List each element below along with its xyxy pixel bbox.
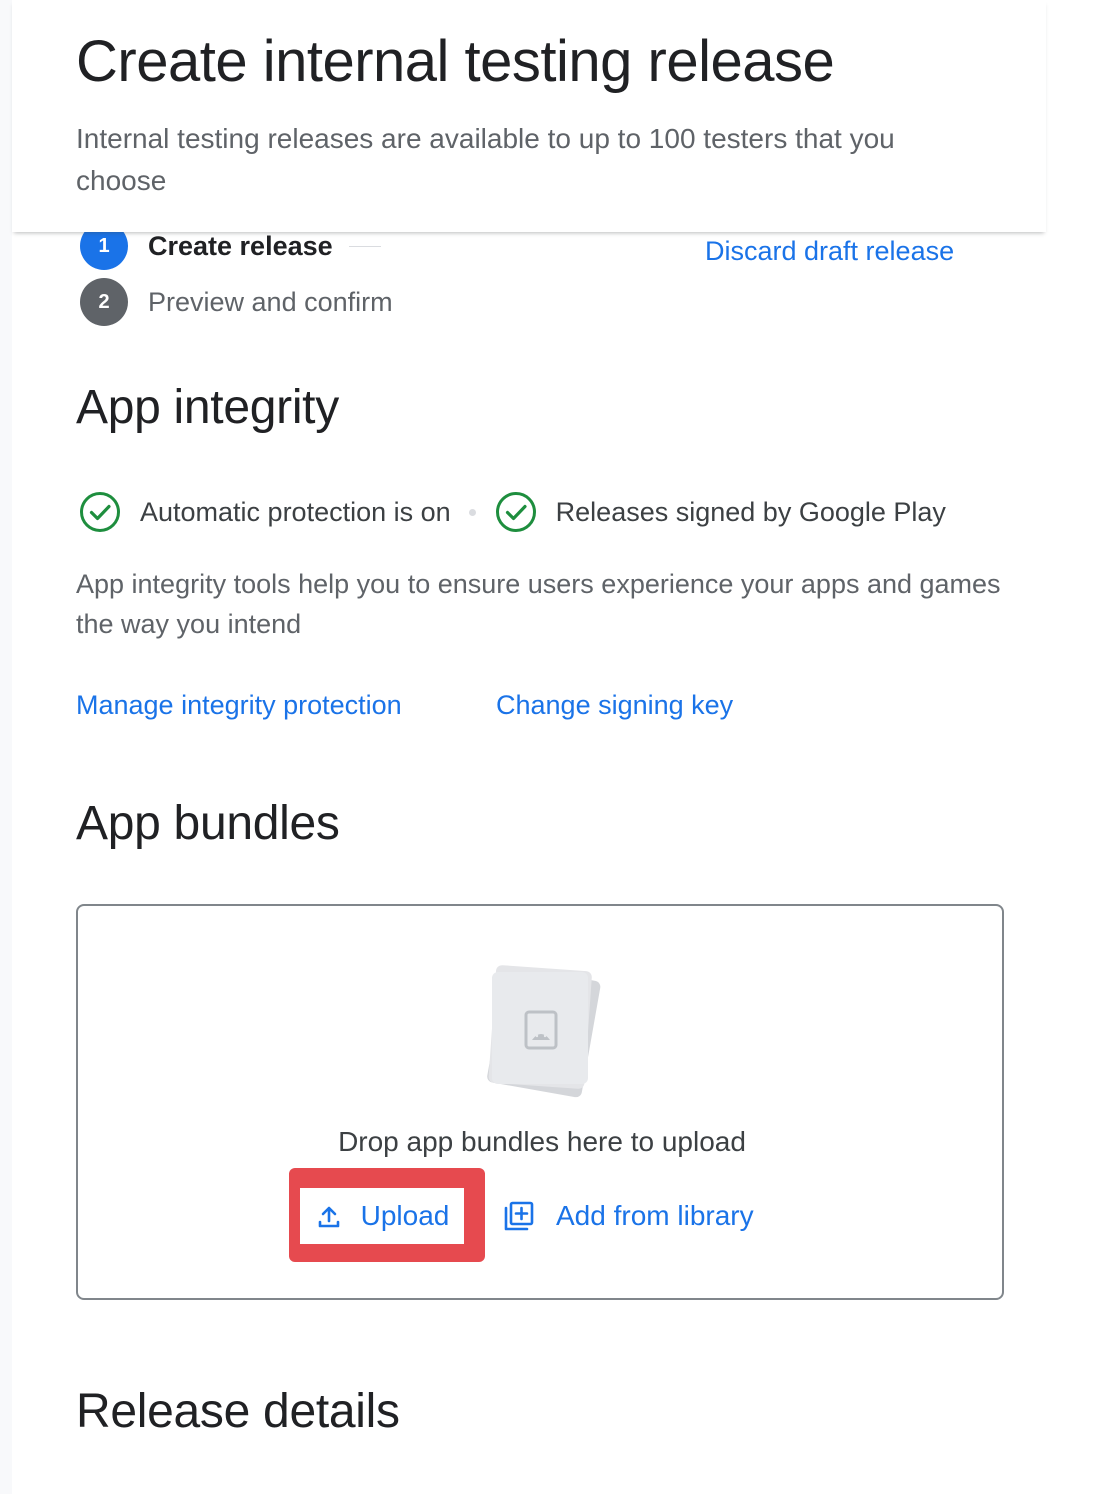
page-title: Create internal testing release [76,29,835,94]
page-subtitle: Internal testing releases are available … [76,123,895,196]
check-circle-icon [495,492,536,532]
upload-button[interactable]: Upload [300,1188,464,1244]
play-signing-status: Releases signed by Google Play [555,496,946,527]
check-circle-icon [80,492,120,532]
upload-button-label: Upload [360,1200,450,1231]
upload-icon [318,1206,339,1228]
page-header: Create internal testing release Internal… [12,0,1046,232]
step-preview-confirm[interactable]: 2 Preview and confirm [80,278,393,326]
dropzone-instruction: Drop app bundles here to upload [338,1126,746,1157]
android-file-icon [487,965,601,1098]
automatic-protection-status: Automatic protection is on [140,496,451,527]
step-number-2: 2 [80,278,128,326]
manage-integrity-link[interactable]: Manage integrity protection [76,690,402,721]
app-integrity-description: App integrity tools help you to ensure u… [76,569,1001,639]
app-integrity-title: App integrity [76,381,339,434]
integrity-status-row: Automatic protection is on Releases sign… [78,490,946,534]
add-from-library-label: Add from library [556,1200,754,1231]
step-label-create-release: Create release [148,230,333,261]
step-label-preview-confirm: Preview and confirm [148,286,393,317]
change-signing-key-link[interactable]: Change signing key [496,690,733,721]
add-from-library-button[interactable]: Add from library [502,1188,754,1244]
app-bundles-title: App bundles [76,797,340,850]
app-bundle-dropzone[interactable]: Drop app bundles here to upload Upload A… [76,904,1004,1300]
release-page: Create internal testing release Internal… [0,0,1116,1494]
discard-draft-link[interactable]: Discard draft release [705,236,954,267]
status-separator-dot [468,508,476,516]
step-connector [348,245,381,247]
add-to-library-icon [504,1201,534,1231]
release-details-title: Release details [76,1385,400,1438]
